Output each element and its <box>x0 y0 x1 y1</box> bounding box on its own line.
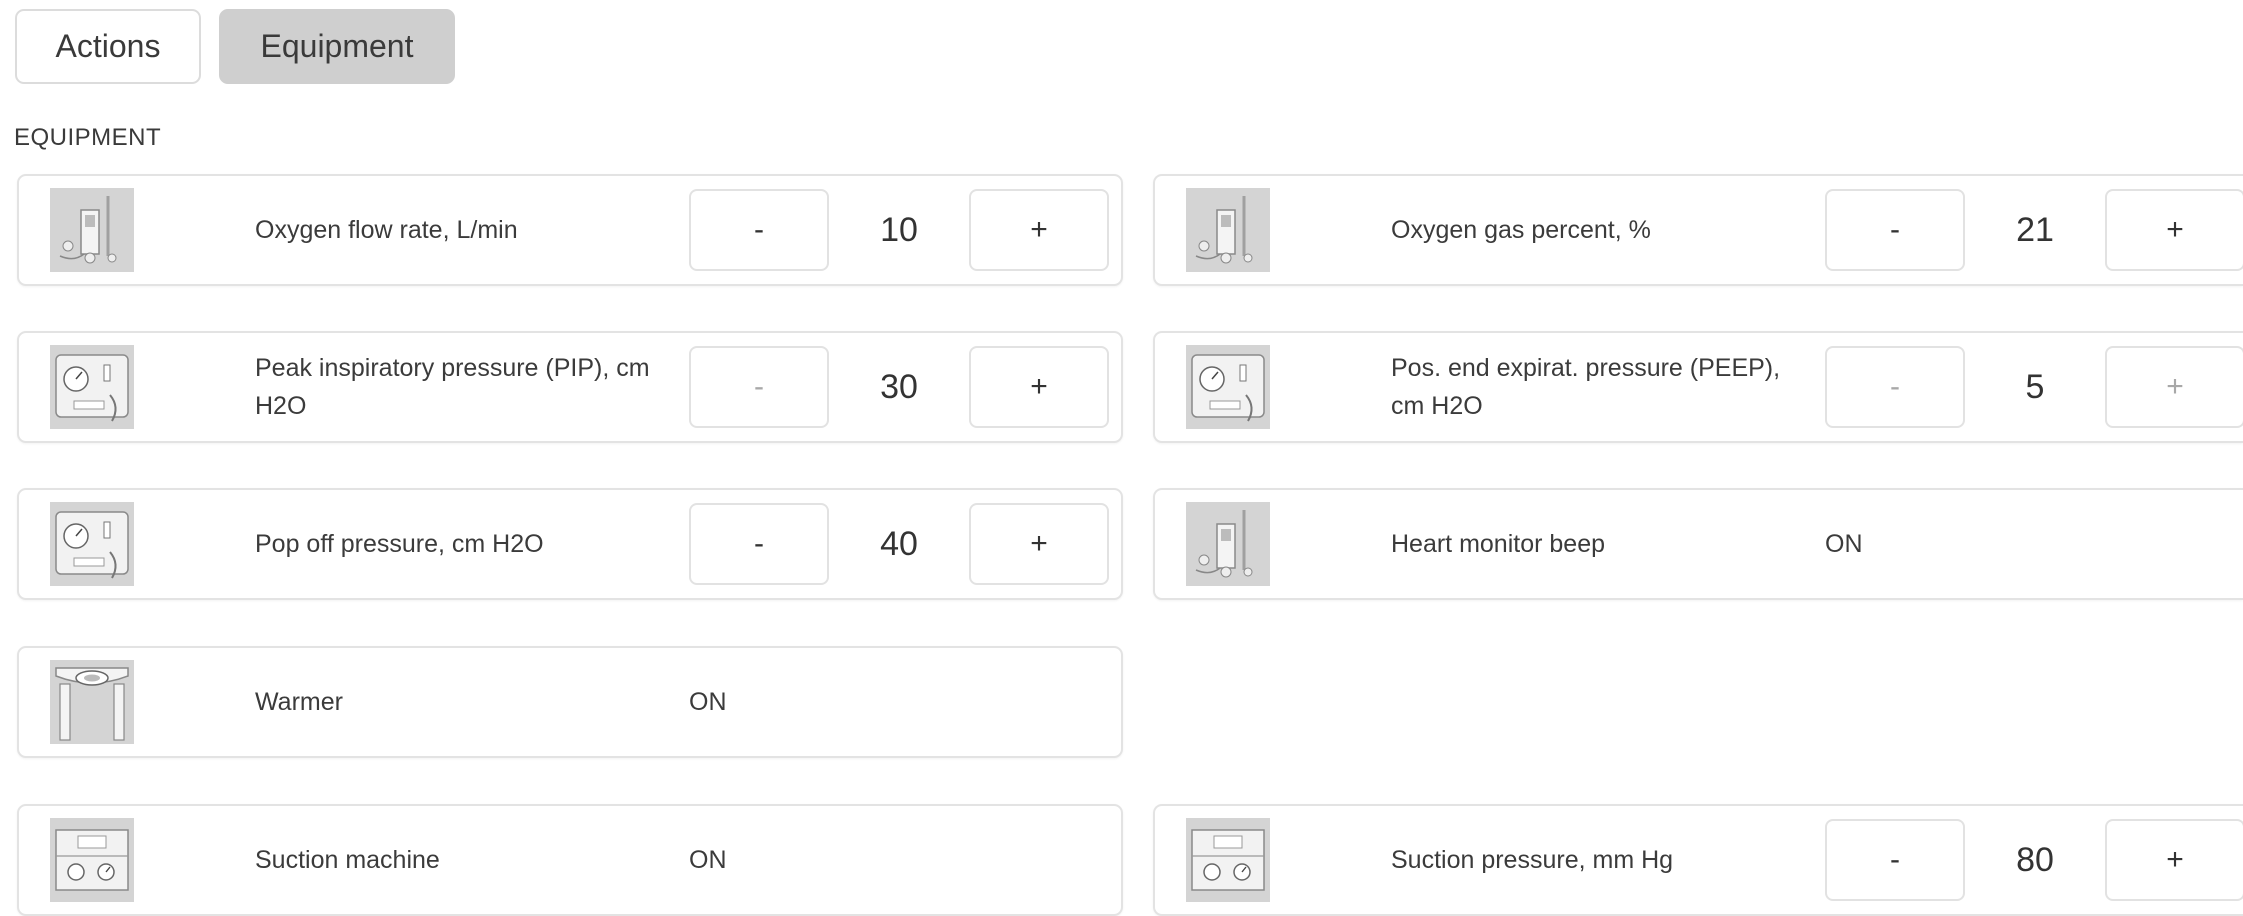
heart-monitor-state[interactable]: ON <box>1825 490 1863 598</box>
suction-pressure-value: 80 <box>2016 840 2054 879</box>
peep-increase-button[interactable]: + <box>2105 346 2243 428</box>
pip-label: Peak inspiratory pressure (PIP), cm H2O <box>255 354 650 420</box>
suction-machine-icon <box>50 818 134 902</box>
oxygen-gas-decrease-button[interactable]: - <box>1825 189 1965 271</box>
peep-label: Pos. end expirat. pressure (PEEP), cm H2… <box>1391 354 1781 420</box>
oxygen-equipment-icon <box>50 188 134 272</box>
suction-pressure-increase-button[interactable]: + <box>2105 819 2243 901</box>
equipment-card-heart-monitor[interactable]: Heart monitor beep ON <box>1153 488 2243 600</box>
section-title: EQUIPMENT <box>14 124 162 151</box>
peep-decrease-button[interactable]: - <box>1825 346 1965 428</box>
oxygen-equipment-icon <box>1186 188 1270 272</box>
oxygen-flow-label: Oxygen flow rate, L/min <box>255 216 518 244</box>
pressure-gauge-icon <box>50 502 134 586</box>
tab-equipment[interactable]: Equipment <box>219 9 455 84</box>
pip-increase-button[interactable]: + <box>969 346 1109 428</box>
equipment-card-suction-machine[interactable]: Suction machine ON <box>17 804 1123 916</box>
oxygen-flow-increase-button[interactable]: + <box>969 189 1109 271</box>
heart-monitor-icon <box>1186 502 1270 586</box>
oxygen-gas-value: 21 <box>2016 210 2054 249</box>
equipment-card-warmer[interactable]: Warmer ON <box>17 646 1123 758</box>
suction-machine-state[interactable]: ON <box>689 806 727 914</box>
equipment-card-pip: Peak inspiratory pressure (PIP), cm H2O … <box>17 331 1123 443</box>
suction-machine-icon <box>1186 818 1270 902</box>
pop-off-increase-button[interactable]: + <box>969 503 1109 585</box>
oxygen-flow-value: 10 <box>880 210 918 249</box>
pressure-gauge-icon <box>1186 345 1270 429</box>
equipment-card-oxygen-gas: Oxygen gas percent, % - 21 + <box>1153 174 2243 286</box>
suction-pressure-label: Suction pressure, mm Hg <box>1391 846 1674 874</box>
peep-value: 5 <box>2025 367 2045 406</box>
oxygen-gas-label: Oxygen gas percent, % <box>1391 216 1651 244</box>
warmer-state[interactable]: ON <box>689 648 727 756</box>
equipment-card-pop-off: Pop off pressure, cm H2O - 40 + <box>17 488 1123 600</box>
equipment-card-peep: Pos. end expirat. pressure (PEEP), cm H2… <box>1153 331 2243 443</box>
oxygen-flow-decrease-button[interactable]: - <box>689 189 829 271</box>
heart-monitor-label: Heart monitor beep <box>1391 530 1606 558</box>
warmer-icon <box>50 660 134 744</box>
equipment-card-oxygen-flow: Oxygen flow rate, L/min - 10 + <box>17 174 1123 286</box>
pop-off-value: 40 <box>880 524 918 563</box>
oxygen-gas-increase-button[interactable]: + <box>2105 189 2243 271</box>
pop-off-label: Pop off pressure, cm H2O <box>255 530 544 558</box>
suction-pressure-decrease-button[interactable]: - <box>1825 819 1965 901</box>
tab-actions[interactable]: Actions <box>15 9 201 84</box>
pip-decrease-button[interactable]: - <box>689 346 829 428</box>
pressure-gauge-icon <box>50 345 134 429</box>
pip-value: 30 <box>880 367 918 406</box>
equipment-card-suction-pressure: Suction pressure, mm Hg - 80 + <box>1153 804 2243 916</box>
warmer-label: Warmer <box>255 688 343 716</box>
pop-off-decrease-button[interactable]: - <box>689 503 829 585</box>
suction-machine-label: Suction machine <box>255 846 440 874</box>
